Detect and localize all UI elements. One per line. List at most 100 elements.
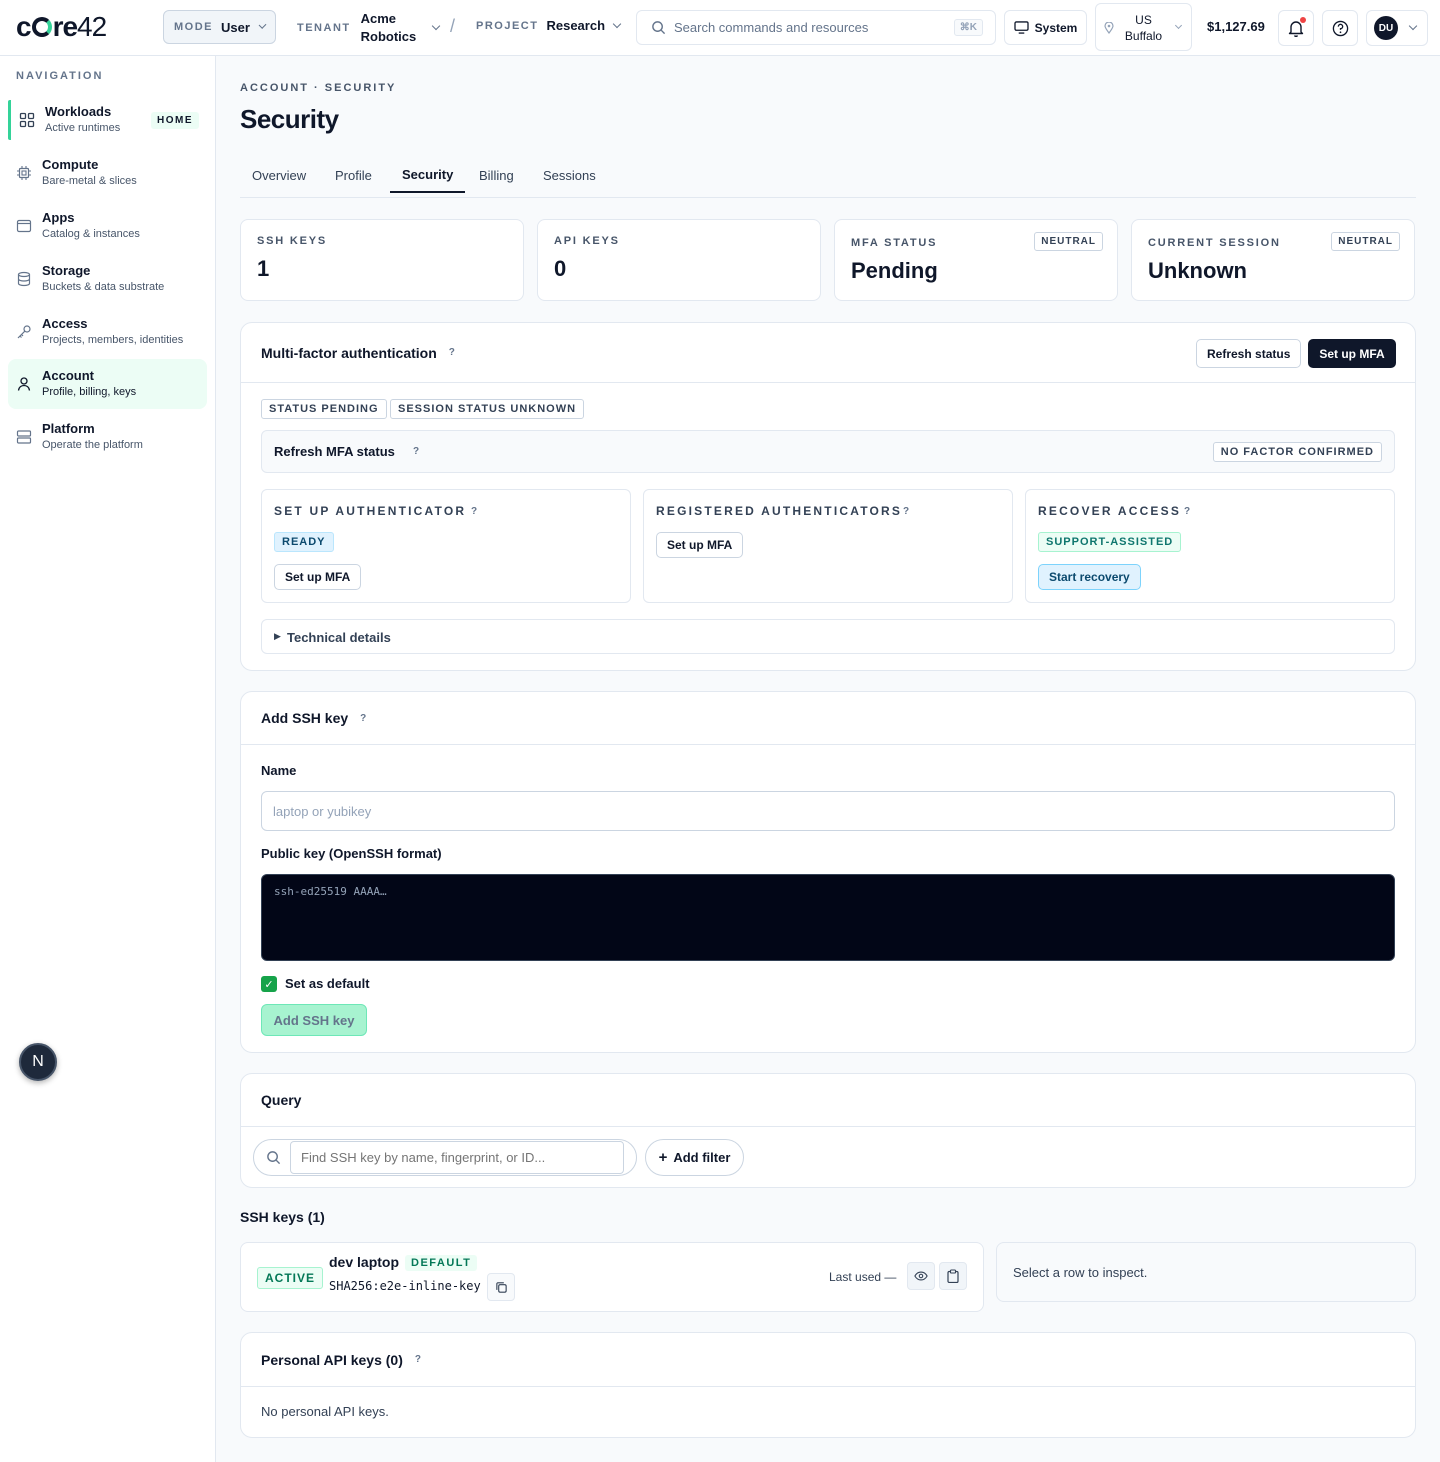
ssh-key-name-input[interactable] (261, 791, 1395, 831)
add-ssh-key-header: Add SSH key ? (241, 692, 1415, 745)
refresh-status-button[interactable]: Refresh status (1196, 339, 1302, 368)
default-badge: DEFAULT (405, 1255, 478, 1271)
public-key-textarea[interactable] (261, 874, 1395, 961)
copy-key-button[interactable] (939, 1262, 967, 1290)
refresh-mfa-panel: Refresh MFA status ? NO FACTOR CONFIRMED (261, 430, 1395, 473)
help-icon[interactable]: ? (413, 446, 419, 457)
command-search[interactable]: Search commands and resources ⌘K (636, 10, 996, 45)
set-default-checkbox[interactable]: ✓ (261, 976, 277, 992)
sidebar-item-subtitle: Bare-metal & slices (42, 175, 137, 187)
search-shortcut: ⌘K (953, 19, 983, 36)
stat-label: API KEYS (554, 235, 620, 247)
api-keys-header: Personal API keys (0) ? (241, 1333, 1415, 1387)
caret-right-icon: ▶ (274, 631, 281, 641)
top-bar: c re42 MODE User TENANT Acme Robotics / P… (0, 0, 1440, 56)
factor-tag: NO FACTOR CONFIRMED (1212, 442, 1382, 462)
search-icon (652, 21, 666, 35)
sidebar-item-apps[interactable]: Apps Catalog & instances (8, 201, 207, 251)
help-icon[interactable]: ? (471, 506, 477, 517)
inspect-panel: Select a row to inspect. (996, 1242, 1416, 1302)
sidebar-item-platform[interactable]: Platform Operate the platform (8, 412, 207, 462)
support-tag: SUPPORT-ASSISTED (1038, 532, 1182, 552)
registered-authenticators-panel: REGISTERED AUTHENTICATORS ? Set up MFA (643, 489, 1013, 603)
sidebar-item-subtitle: Profile, billing, keys (42, 386, 137, 398)
status-tag: STATUS PENDING (261, 399, 387, 419)
sidebar-item-title: Compute (42, 157, 99, 172)
technical-details-toggle[interactable]: ▶ Technical details (261, 619, 1395, 654)
plus-icon: + (658, 1149, 668, 1166)
sidebar-item-subtitle: Operate the platform (42, 439, 143, 451)
sidebar-item-subtitle: Buckets & data substrate (42, 281, 165, 293)
stat-value: Unknown (1148, 258, 1247, 283)
setup-mfa-button[interactable]: Set up MFA (274, 564, 362, 590)
page-title: Security (240, 104, 339, 134)
query-search-input[interactable] (290, 1141, 624, 1174)
sidebar: NAVIGATION Workloads Active runtimes HOM… (0, 56, 216, 1462)
help-icon[interactable]: ? (903, 506, 909, 517)
theme-toggle-button[interactable]: System (1004, 10, 1087, 45)
logo[interactable]: c re42 (16, 11, 107, 42)
sidebar-item-title: Apps (42, 210, 75, 225)
chip-icon (17, 166, 31, 180)
sidebar-item-storage[interactable]: Storage Buckets & data substrate (8, 254, 207, 304)
sidebar-item-compute[interactable]: Compute Bare-metal & slices (8, 148, 207, 198)
sidebar-item-subtitle: Active runtimes (45, 122, 121, 134)
setup-mfa-button[interactable]: Set up MFA (656, 532, 744, 558)
table-row[interactable]: ACTIVE dev laptop DEFAULT SHA256:e2e-inl… (240, 1242, 984, 1312)
setup-mfa-button[interactable]: Set up MFA (1308, 339, 1396, 368)
status-badge: NEUTRAL (1331, 232, 1400, 251)
last-used: Last used — (829, 1270, 897, 1284)
add-ssh-key-card: Add SSH key ? Name Public key (OpenSSH f… (240, 691, 1416, 1053)
button-label: Set up MFA (1319, 346, 1385, 361)
sidebar-item-account[interactable]: Account Profile, billing, keys (8, 359, 207, 409)
copy-icon (495, 1281, 507, 1293)
project-selector[interactable]: PROJECT Research (476, 18, 622, 33)
button-label: Refresh status (1207, 346, 1291, 361)
tab-security[interactable]: Security (390, 158, 466, 193)
sidebar-item-workloads[interactable]: Workloads Active runtimes HOME (8, 100, 207, 140)
sidebar-item-title: Storage (42, 263, 91, 278)
tab-label: Security (402, 167, 454, 182)
mode-selector[interactable]: MODE User (163, 10, 276, 44)
server-icon (16, 430, 32, 444)
stat-card-api-keys: API KEYS 0 (537, 219, 821, 301)
help-icon[interactable]: ? (415, 1354, 421, 1365)
help-icon[interactable]: ? (360, 713, 366, 724)
tab-bar: Overview Profile Security Billing Sessio… (240, 158, 1416, 198)
theme-label: System (1034, 20, 1078, 35)
start-recovery-button[interactable]: Start recovery (1038, 564, 1141, 590)
grid-icon (19, 112, 35, 128)
tab-billing[interactable]: Billing (467, 158, 526, 193)
help-icon[interactable]: ? (1184, 506, 1190, 517)
help-icon[interactable]: ? (449, 347, 455, 358)
account-balance: $1,127.69 (1207, 19, 1265, 34)
sidebar-item-access[interactable]: Access Projects, members, identities (8, 307, 207, 357)
status-badge: NEUTRAL (1034, 232, 1103, 251)
chevron-down-icon (1408, 21, 1418, 31)
setup-authenticator-panel: SET UP AUTHENTICATOR ? READY Set up MFA (261, 489, 631, 603)
help-button[interactable] (1322, 10, 1358, 46)
tab-profile[interactable]: Profile (323, 158, 384, 193)
user-menu[interactable]: DU (1366, 10, 1428, 46)
add-filter-button[interactable]: + Add filter (645, 1139, 744, 1176)
assistant-launcher-button[interactable]: N (19, 1043, 57, 1081)
logo-ring-icon (31, 17, 52, 37)
copy-fingerprint-button[interactable] (487, 1273, 515, 1301)
logo-suffix: re (52, 11, 78, 42)
notifications-button[interactable] (1278, 10, 1314, 46)
breadcrumb: ACCOUNT · SECURITY (240, 82, 397, 94)
add-ssh-key-button[interactable]: Add SSH key (261, 1004, 367, 1036)
query-search-box[interactable] (253, 1139, 637, 1176)
stat-value: 1 (257, 256, 270, 281)
button-label: Set up MFA (285, 570, 351, 584)
card-title: Personal API keys (0) (261, 1351, 403, 1368)
location-pin-icon (1104, 22, 1114, 34)
status-badge: ACTIVE (257, 1267, 324, 1289)
tab-overview[interactable]: Overview (240, 158, 318, 193)
view-key-button[interactable] (907, 1262, 935, 1290)
tenant-selector[interactable]: TENANT Acme Robotics (297, 8, 440, 48)
tab-sessions[interactable]: Sessions (531, 158, 608, 193)
button-label: Add SSH key (273, 1012, 355, 1028)
empty-state: No personal API keys. (261, 1404, 389, 1419)
region-selector[interactable]: US Buffalo (1095, 3, 1192, 51)
